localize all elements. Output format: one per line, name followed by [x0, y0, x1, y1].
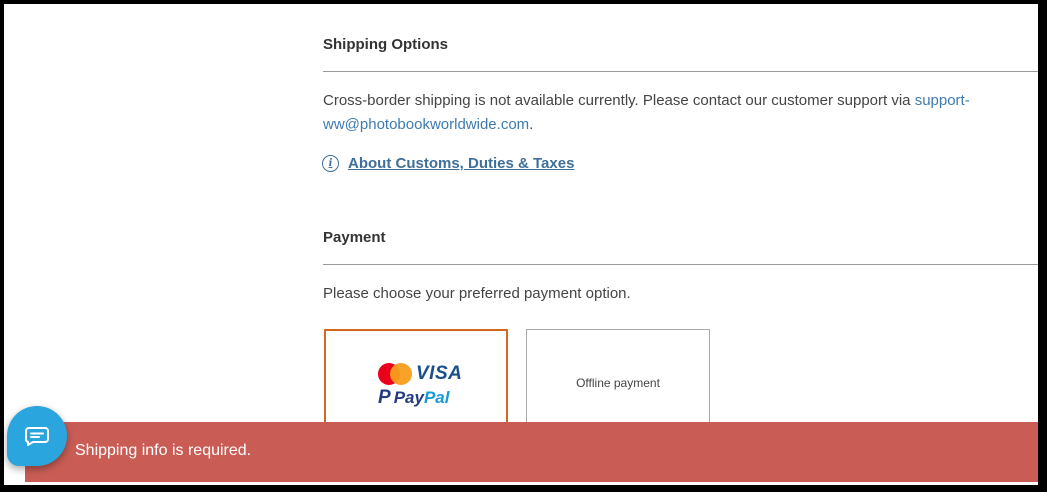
- divider: [323, 264, 1038, 265]
- payment-instruction: Please choose your preferred payment opt…: [323, 285, 631, 302]
- mastercard-icon: [378, 363, 412, 385]
- divider: [323, 71, 1038, 72]
- toast-message: Shipping info is required.: [75, 442, 252, 459]
- error-toast: Shipping info is required.: [25, 422, 1038, 482]
- visa-logo: VISA: [416, 363, 463, 384]
- customs-link-label: About Customs, Duties & Taxes: [348, 155, 575, 172]
- chat-bubble-icon: [25, 427, 49, 446]
- chat-button[interactable]: [7, 406, 67, 466]
- shipping-message: Cross-border shipping is not available c…: [323, 92, 970, 133]
- payment-logos: VISA P PayPal: [378, 363, 462, 409]
- payment-option-card-paypal[interactable]: VISA P PayPal: [324, 329, 508, 437]
- info-icon: i: [322, 155, 339, 172]
- customs-duties-taxes-link[interactable]: i About Customs, Duties & Taxes: [322, 155, 574, 172]
- checkout-page: Shipping Options Cross-border shipping i…: [4, 4, 1038, 485]
- payment-option-offline[interactable]: Offline payment: [526, 329, 710, 437]
- window-border: [1038, 0, 1047, 492]
- paypal-logo: P PayPal: [378, 387, 450, 408]
- paypal-icon: P: [378, 387, 391, 408]
- payment-title: Payment: [323, 229, 386, 246]
- shipping-options-title: Shipping Options: [323, 36, 448, 53]
